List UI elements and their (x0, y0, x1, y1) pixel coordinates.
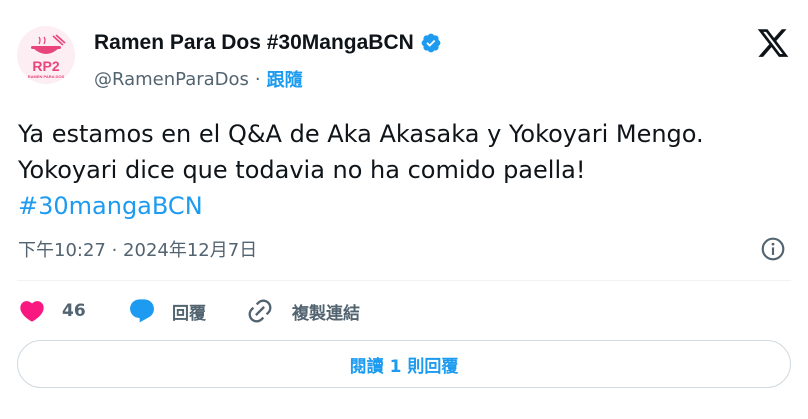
tweet-text: Ya estamos en el Q&A de Aka Akasaka y Yo… (18, 116, 798, 224)
avatar-logo-text: RP2 (32, 58, 59, 74)
avatar-logo-subtext: RAMEN PARA DOS (28, 74, 65, 79)
verified-badge-icon (421, 33, 441, 53)
author-display-name[interactable]: Ramen Para Dos #30MangaBCN (94, 31, 414, 55)
reply-button[interactable]: 回覆 (128, 297, 234, 325)
author-name-row: Ramen Para Dos #30MangaBCN (94, 31, 442, 55)
info-icon[interactable] (760, 236, 786, 262)
avatar[interactable]: RP2 RAMEN PARA DOS (17, 26, 75, 84)
action-bar: 46 回覆 複製連結 (18, 296, 360, 326)
reply-label: 回覆 (172, 303, 206, 324)
link-icon (248, 299, 272, 323)
read-replies-button[interactable]: 閱讀 1 則回覆 (17, 340, 791, 388)
like-button[interactable]: 46 (18, 297, 106, 325)
like-count: 46 (62, 301, 86, 321)
ramen-bowl-logo: RP2 RAMEN PARA DOS (17, 26, 75, 84)
copy-link-label: 複製連結 (292, 303, 360, 324)
handle-separator: · (254, 68, 261, 90)
hashtag-link[interactable]: #30mangaBCN (18, 188, 798, 224)
tweet-embed-card: RP2 RAMEN PARA DOS Ramen Para Dos #30Man… (0, 0, 808, 419)
tweet-timestamp[interactable]: 下午10:27 · 2024年12月7日 (18, 236, 257, 262)
author-handle[interactable]: @RamenParaDos (94, 69, 249, 90)
tweet-text-line-2: Yokoyari dice que todavia no ha comido p… (18, 156, 586, 184)
heart-icon (20, 301, 44, 322)
follow-button[interactable]: 跟隨 (267, 66, 303, 92)
copy-link-button[interactable]: 複製連結 (246, 297, 360, 325)
reply-bubble-icon (130, 299, 154, 323)
tweet-text-line-1: Ya estamos en el Q&A de Aka Akasaka y Yo… (18, 120, 704, 148)
x-logo-icon[interactable] (756, 26, 790, 60)
author-handle-row: @RamenParaDos · 跟隨 (94, 66, 303, 92)
divider (17, 280, 791, 281)
